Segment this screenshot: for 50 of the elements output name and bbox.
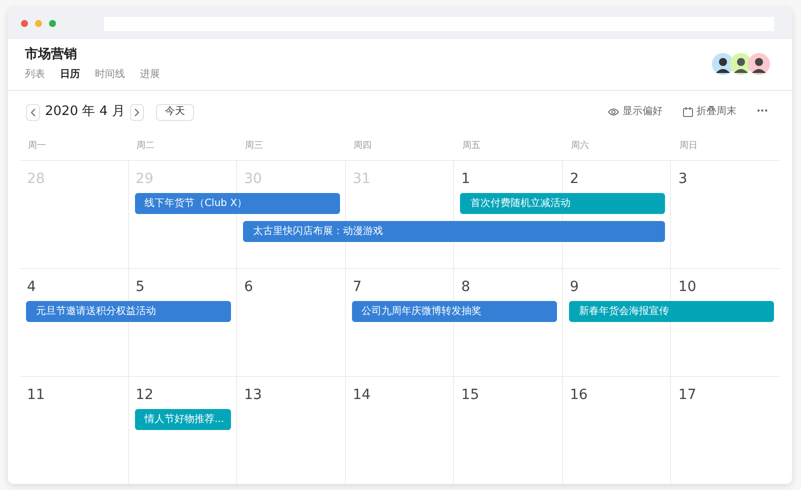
weekday-label: 周四 bbox=[354, 140, 372, 153]
event-bar[interactable]: 首次付费随机立减活动 bbox=[460, 193, 666, 214]
collapse-weekend-button[interactable]: 折叠周末 bbox=[682, 107, 737, 117]
weekday-label: 周六 bbox=[570, 140, 589, 153]
view-tab[interactable]: 进展 bbox=[140, 68, 160, 82]
weekday-label: 周五 bbox=[462, 140, 480, 153]
day-number: 8 bbox=[461, 279, 470, 295]
day-number: 5 bbox=[136, 279, 144, 295]
today-button[interactable]: 今天 bbox=[156, 104, 194, 120]
chevron-right-icon bbox=[134, 108, 140, 116]
avatar-icon[interactable] bbox=[748, 53, 770, 75]
event-bar[interactable]: 情人节好物推荐... bbox=[134, 409, 232, 430]
display-preferences-button[interactable]: 显示偏好 bbox=[608, 107, 663, 117]
weekday-label: 周日 bbox=[679, 140, 698, 153]
day-number: 16 bbox=[570, 387, 588, 403]
chevron-left-icon bbox=[30, 108, 36, 116]
view-tab[interactable]: 日历 bbox=[60, 68, 80, 82]
day-number: 4 bbox=[27, 279, 36, 295]
event-bar[interactable]: 元旦节邀请送积分权益活动 bbox=[26, 301, 232, 322]
view-tab[interactable]: 列表 bbox=[25, 68, 45, 82]
day-number: 10 bbox=[678, 279, 696, 295]
next-month-button[interactable] bbox=[130, 104, 144, 120]
weekday-label: 周二 bbox=[136, 140, 155, 153]
day-number: 15 bbox=[461, 387, 480, 403]
day-number: 11 bbox=[27, 387, 45, 403]
event-bar[interactable]: 公司九周年庆微博转发抽奖 bbox=[352, 301, 557, 322]
event-bar[interactable]: 新春年货会海报宣传 bbox=[568, 301, 774, 322]
previous-month-button[interactable] bbox=[26, 104, 40, 120]
more-button[interactable]: ··· bbox=[756, 107, 768, 117]
day-number: 9 bbox=[570, 279, 579, 295]
eye-icon bbox=[608, 108, 619, 116]
day-number: 3 bbox=[678, 171, 688, 187]
maximize-icon[interactable] bbox=[49, 20, 56, 27]
day-number: 17 bbox=[678, 387, 696, 403]
month-label: 2020 年 4 月 bbox=[45, 103, 125, 122]
day-number: 13 bbox=[244, 387, 262, 403]
calendar-icon bbox=[682, 107, 693, 117]
day-number: 7 bbox=[352, 279, 362, 295]
day-number: 14 bbox=[352, 387, 371, 403]
event-bar[interactable]: 线下年货节（Club X） bbox=[134, 193, 340, 214]
project-title: 市场营销 bbox=[25, 46, 78, 64]
day-number: 6 bbox=[244, 279, 254, 295]
day-number: 1 bbox=[461, 171, 470, 187]
event-bar[interactable]: 太古里快闪店布展：动漫游戏 bbox=[243, 221, 666, 242]
view-tab[interactable]: 时间线 bbox=[95, 68, 125, 82]
weekday-label: 周一 bbox=[28, 140, 46, 153]
weekday-label: 周三 bbox=[245, 140, 264, 153]
day-number: 12 bbox=[136, 387, 154, 403]
close-icon[interactable] bbox=[21, 20, 28, 27]
day-number: 2 bbox=[570, 171, 579, 187]
